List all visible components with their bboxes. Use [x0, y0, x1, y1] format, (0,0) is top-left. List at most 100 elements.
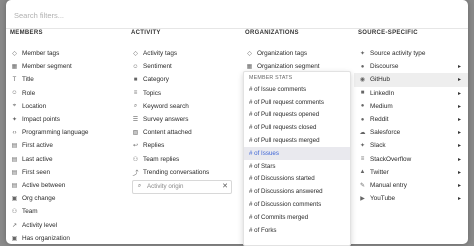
menu-item-topics[interactable]: ≡ Topics — [127, 87, 242, 100]
stat-option[interactable]: # of Commits merged — [244, 211, 350, 224]
stat-option[interactable]: # of Issues — [244, 146, 350, 160]
menu-item-last-active[interactable]: ▤ Last active — [6, 153, 121, 166]
organizations-header: ORGANIZATIONS — [245, 30, 299, 36]
title-icon: T — [12, 76, 17, 83]
activity-icon: ↗ — [11, 222, 18, 229]
menu-item-programming-language[interactable]: ‹› Programming language — [6, 126, 121, 139]
menu-item-label: Member segment — [22, 63, 72, 71]
filter-panel: MEMBERS ◇ Member tags ▦ Member segment T Titl… — [6, 0, 468, 244]
menu-item-label: Organization tags — [257, 50, 308, 58]
menu-item-label: Impact points — [22, 116, 61, 124]
stat-option[interactable]: # of Stars — [244, 160, 350, 173]
menu-item-discourse[interactable]: ● Discourse ▸ — [354, 60, 468, 73]
tag-icon: ◇ — [12, 51, 17, 58]
menu-item-impact-points[interactable]: ✦ Impact points — [6, 113, 121, 126]
menu-item-team[interactable]: ⚇ Team — [6, 205, 121, 218]
member-stats-dropdown: MEMBER STATS # of Issue comments # of Pul… — [243, 71, 351, 246]
stat-option[interactable]: # of Discussions answered — [244, 185, 350, 198]
menu-item-trending-conversations[interactable]: ⤴ Trending conversations — [127, 166, 242, 179]
tag-icon: ◇ — [133, 51, 138, 58]
stat-option[interactable]: # of Pull requests opened — [244, 109, 350, 122]
menu-item-label: Salesforce — [370, 129, 401, 137]
menu-item-member-tags[interactable]: ◇ Member tags — [6, 47, 121, 60]
stat-option[interactable]: # of Issue comments — [244, 83, 350, 96]
chevron-right-icon: ▸ — [457, 143, 461, 150]
sentiment-icon: ☺ — [132, 63, 139, 70]
menu-item-label: Survey answers — [143, 116, 189, 124]
chevron-right-icon: ▸ — [457, 90, 461, 97]
menu-item-content-attached[interactable]: ▧ Content attached — [127, 126, 242, 139]
stat-option[interactable]: # of Discussion comments — [244, 198, 350, 211]
org-icon: ▣ — [11, 196, 18, 203]
menu-item-label: Slack — [370, 142, 386, 150]
menu-item-team-replies[interactable]: ⚇ Team replies — [127, 153, 242, 166]
menu-item-activity-level[interactable]: ↗ Activity level — [6, 218, 121, 231]
menu-item-label: Team replies — [143, 155, 180, 163]
reddit-icon: ● — [360, 116, 365, 123]
menu-item-source-activity-type[interactable]: ✦ Source activity type — [354, 47, 468, 60]
location-icon: ⌖ — [12, 102, 17, 109]
menu-item-label: Replies — [143, 142, 165, 150]
slack-icon: ✦ — [359, 143, 366, 150]
impact-icon: ✦ — [11, 117, 18, 124]
menu-item-title[interactable]: T Title — [6, 73, 121, 86]
menu-item-organization-tags[interactable]: ◇ Organization tags — [241, 47, 356, 60]
menu-item-active-between[interactable]: ▤ Active between — [6, 179, 121, 192]
activity-origin-label: Activity origin — [147, 183, 184, 191]
activity-origin-input[interactable]: ⌕ Activity origin ✕ — [132, 179, 232, 194]
menu-item-keyword-search[interactable]: ⌕ Keyword search — [127, 100, 242, 113]
menu-item-label: Org change — [22, 195, 56, 203]
stat-option[interactable]: # of Pull request comments — [244, 96, 350, 109]
calendar-icon: ▤ — [11, 143, 18, 150]
menu-item-activity-tags[interactable]: ◇ Activity tags — [127, 47, 242, 60]
menu-item-survey-answers[interactable]: ☰ Survey answers — [127, 113, 242, 126]
chevron-right-icon: ▸ — [457, 169, 461, 176]
menu-item-label: Programming language — [22, 129, 89, 137]
menu-item-category[interactable]: ■ Category — [127, 73, 242, 86]
stat-option[interactable]: # of Forks — [244, 224, 350, 237]
search-input[interactable] — [12, 6, 456, 24]
stackoverflow-icon: ≡ — [360, 156, 365, 163]
menu-item-label: Sentiment — [143, 63, 172, 71]
menu-item-location[interactable]: ⌖ Location — [6, 100, 121, 113]
code-icon: ‹› — [12, 129, 17, 136]
source-column: SOURCE-SPECIFIC ✦ Source activity type ● Di… — [354, 28, 468, 244]
menu-item-label: Manual entry — [370, 181, 407, 189]
menu-item-label: YouTube — [370, 195, 396, 203]
members-column: MEMBERS ◇ Member tags ▦ Member segment T Titl… — [6, 28, 121, 244]
menu-item-label: Medium — [370, 102, 393, 110]
attachment-icon: ▧ — [132, 130, 139, 137]
menu-item-youtube[interactable]: ▶ YouTube ▸ — [354, 192, 468, 205]
menu-item-stackoverflow[interactable]: ≡ StackOverflow ▸ — [354, 153, 468, 166]
survey-icon: ☰ — [132, 117, 139, 124]
menu-item-salesforce[interactable]: ☁ Salesforce ▸ — [354, 126, 468, 139]
calendar-range-icon: ▤ — [11, 182, 18, 189]
menu-item-replies[interactable]: ↩ Replies — [127, 139, 242, 152]
menu-item-org-change[interactable]: ▣ Org change — [6, 192, 121, 205]
chevron-right-icon: ▸ — [457, 103, 461, 110]
menu-item-member-segment[interactable]: ▦ Member segment — [6, 60, 121, 73]
menu-item-slack[interactable]: ✦ Slack ▸ — [354, 139, 468, 152]
menu-item-github[interactable]: ◉ GitHub ▸ — [354, 73, 468, 87]
menu-item-first-active[interactable]: ▤ First active — [6, 139, 121, 152]
stat-option[interactable]: # of Pull requests closed — [244, 121, 350, 134]
menu-item-has-organization[interactable]: ▣ Has organization — [6, 232, 121, 244]
menu-item-first-seen[interactable]: ▤ First seen — [6, 166, 121, 179]
tag-icon: ◇ — [247, 51, 252, 58]
twitter-icon: ▲ — [359, 169, 366, 176]
menu-item-role[interactable]: ☺ Role — [6, 87, 121, 100]
reply-icon: ↩ — [132, 143, 139, 150]
menu-item-reddit[interactable]: ● Reddit ▸ — [354, 113, 468, 126]
stat-option[interactable]: # of Pull requests merged — [244, 134, 350, 147]
menu-item-label: Title — [22, 76, 34, 84]
menu-item-medium[interactable]: ● Medium ▸ — [354, 100, 468, 113]
members-header: MEMBERS — [10, 30, 43, 36]
menu-item-sentiment[interactable]: ☺ Sentiment — [127, 60, 242, 73]
menu-item-twitter[interactable]: ▲ Twitter ▸ — [354, 166, 468, 179]
menu-item-manual-entry[interactable]: ✎ Manual entry ▸ — [354, 179, 468, 192]
menu-item-linkedin[interactable]: ■ LinkedIn ▸ — [354, 87, 468, 100]
chevron-right-icon: ▸ — [457, 156, 461, 163]
stat-option[interactable]: # of Discussions started — [244, 173, 350, 186]
close-icon[interactable]: ✕ — [222, 182, 228, 190]
menu-item-label: Topics — [143, 89, 162, 97]
